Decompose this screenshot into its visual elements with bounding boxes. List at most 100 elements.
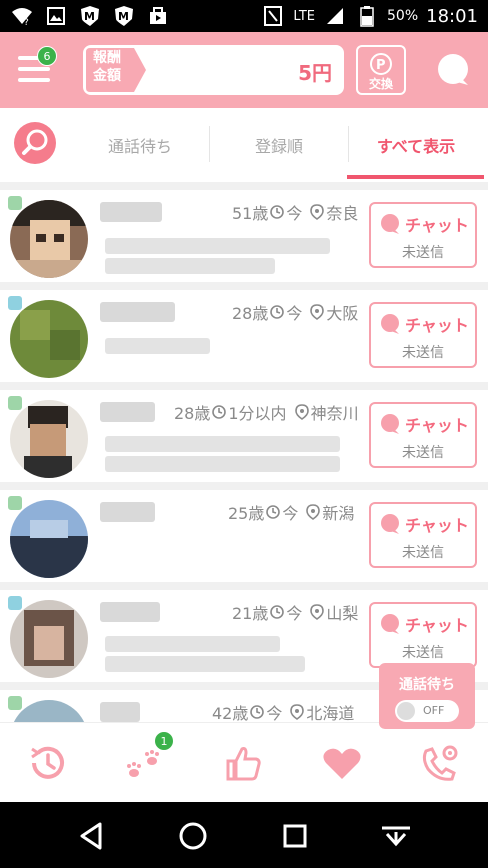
clock-icon bbox=[270, 205, 285, 219]
menu-icon-bar bbox=[18, 67, 50, 71]
age: 21歳 bbox=[232, 604, 269, 623]
login-time: 今 bbox=[286, 204, 303, 223]
login-time: 今 bbox=[282, 504, 299, 523]
message-preview-blurred bbox=[105, 656, 305, 672]
avatar bbox=[10, 500, 88, 578]
chat-button[interactable]: チャット 未送信 bbox=[369, 202, 477, 268]
clock-icon bbox=[266, 505, 281, 519]
age: 51歳 bbox=[232, 204, 269, 223]
active-tab-indicator bbox=[347, 175, 484, 179]
home-icon bbox=[179, 822, 207, 850]
location: 奈良 bbox=[326, 204, 359, 223]
location-pin-icon bbox=[310, 604, 325, 620]
user-meta: 25歳 今 新潟 bbox=[228, 500, 354, 524]
avatar bbox=[10, 600, 88, 678]
status-bar: ? M M LTE 50% 18:01 bbox=[0, 0, 488, 32]
unsent-status: 未送信 bbox=[402, 545, 444, 561]
list-item[interactable]: 28歳 1分以内 神奈川 チャット 未送信 bbox=[0, 390, 488, 482]
unsent-status: 未送信 bbox=[402, 345, 444, 361]
clock: 18:01 bbox=[426, 5, 478, 27]
recents-button[interactable] bbox=[277, 818, 313, 854]
unsent-status: 未送信 bbox=[402, 245, 444, 261]
list-item[interactable]: 51歳 今 奈良 チャット 未送信 bbox=[0, 190, 488, 282]
user-meta: 21歳 今 山梨 bbox=[232, 600, 358, 624]
location-pin-icon bbox=[310, 304, 325, 320]
home-button[interactable] bbox=[175, 818, 211, 854]
user-list: 51歳 今 奈良 チャット 未送信 28歳 今 大阪 チャット 未送信 28歳 … bbox=[0, 182, 488, 722]
notification-pull-button[interactable] bbox=[378, 818, 414, 854]
user-name-blurred bbox=[100, 502, 155, 522]
nav-likes[interactable] bbox=[222, 741, 266, 785]
search-button[interactable] bbox=[14, 122, 56, 164]
message-preview-blurred bbox=[105, 258, 275, 274]
list-item[interactable]: 28歳 今 大阪 チャット 未送信 bbox=[0, 290, 488, 382]
message-preview-blurred bbox=[105, 456, 340, 472]
user-name-blurred bbox=[100, 302, 175, 322]
online-indicator bbox=[8, 396, 22, 410]
user-meta: 28歳 1分以内 神奈川 bbox=[174, 400, 359, 424]
chat-label: チャット bbox=[405, 616, 469, 635]
nav-favorites[interactable] bbox=[320, 741, 364, 785]
history-icon bbox=[31, 746, 64, 779]
online-indicator bbox=[8, 296, 22, 310]
online-indicator bbox=[8, 496, 22, 510]
toggle-state: OFF bbox=[423, 704, 445, 717]
chat-bubble-icon bbox=[381, 314, 399, 334]
tab-registered[interactable]: 登録順 bbox=[210, 108, 348, 182]
avatar bbox=[10, 300, 88, 378]
location: 神奈川 bbox=[310, 404, 359, 423]
login-time: 今 bbox=[266, 704, 283, 722]
chat-button[interactable]: チャット 未送信 bbox=[369, 502, 477, 568]
speech-bubble-icon bbox=[438, 54, 468, 85]
messages-button[interactable] bbox=[435, 52, 471, 88]
filter-tabs: 通話待ち 登録順 すべて表示 bbox=[0, 108, 488, 182]
call-waiting-toggle[interactable]: OFF bbox=[395, 700, 459, 722]
chat-button[interactable]: チャット 未送信 bbox=[369, 402, 477, 468]
user-name-blurred bbox=[100, 702, 140, 722]
m-shield-icon: M bbox=[112, 4, 136, 28]
footprints-badge: 1 bbox=[154, 731, 174, 751]
reward-value: 5円 bbox=[298, 61, 332, 85]
online-indicator bbox=[8, 696, 22, 710]
nav-call-settings[interactable] bbox=[418, 741, 462, 785]
user-meta: 51歳 今 奈良 bbox=[232, 200, 358, 224]
user-name-blurred bbox=[100, 602, 160, 622]
location-pin-icon bbox=[310, 204, 325, 220]
chat-button[interactable]: チャット 未送信 bbox=[369, 302, 477, 368]
nfc-icon bbox=[261, 4, 285, 28]
location: 新潟 bbox=[322, 504, 355, 523]
tab-waiting[interactable]: 通話待ち bbox=[70, 108, 210, 182]
tab-show-all[interactable]: すべて表示 bbox=[348, 108, 484, 182]
exchange-button[interactable]: P 交換 bbox=[356, 45, 406, 95]
chat-bubble-icon bbox=[381, 514, 399, 534]
message-preview-blurred bbox=[105, 436, 340, 452]
chat-label: チャット bbox=[405, 516, 469, 535]
login-time: 1分以内 bbox=[228, 404, 287, 423]
notification-pull-icon bbox=[382, 826, 410, 847]
chat-bubble-icon bbox=[381, 614, 399, 634]
chat-button[interactable]: チャット 未送信 bbox=[369, 602, 477, 668]
battery-percent: 50% bbox=[387, 8, 419, 24]
back-button[interactable] bbox=[74, 818, 110, 854]
user-meta: 28歳 今 大阪 bbox=[232, 300, 358, 324]
age: 28歳 bbox=[174, 404, 211, 423]
avatar bbox=[10, 400, 88, 478]
message-preview-blurred bbox=[105, 338, 210, 354]
list-item[interactable]: 25歳 今 新潟 チャット 未送信 bbox=[0, 490, 488, 582]
message-preview-blurred bbox=[105, 238, 330, 254]
wifi-question-icon: ? bbox=[10, 4, 34, 28]
location-pin-icon bbox=[306, 504, 321, 520]
like-icon bbox=[226, 747, 261, 781]
online-indicator bbox=[8, 196, 22, 210]
unsent-status: 未送信 bbox=[402, 445, 444, 461]
location: 北海道 bbox=[306, 704, 355, 722]
point-exchange-icon: P bbox=[370, 53, 392, 75]
nav-history[interactable] bbox=[26, 741, 70, 785]
unsent-status: 未送信 bbox=[402, 645, 444, 661]
age: 28歳 bbox=[232, 304, 269, 323]
bottom-navigation: 1 bbox=[0, 722, 488, 802]
location: 山梨 bbox=[326, 604, 359, 623]
clock-icon bbox=[270, 605, 285, 619]
svg-text:?: ? bbox=[24, 18, 29, 26]
menu-icon-bar bbox=[18, 78, 50, 82]
